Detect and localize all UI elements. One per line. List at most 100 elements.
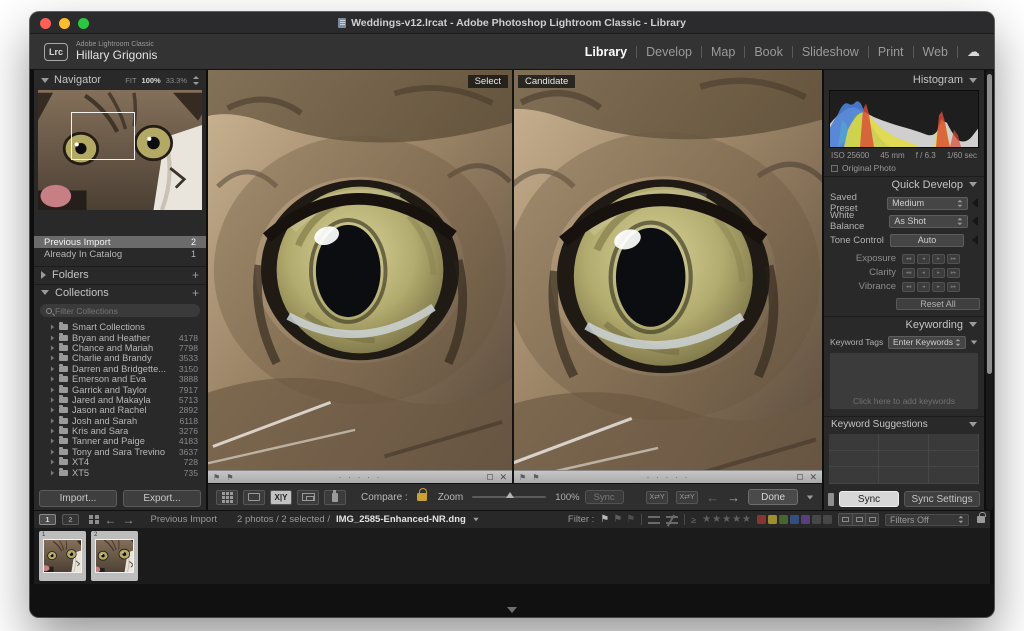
collections-header[interactable]: Collections + — [34, 284, 206, 300]
histogram-chart[interactable] — [829, 90, 979, 148]
thumbnail-1[interactable]: 1 — [39, 531, 86, 581]
star-5-icon[interactable]: ★ — [742, 514, 751, 525]
label-filter-toggle[interactable] — [865, 514, 878, 525]
flag-filter-toggle[interactable] — [839, 514, 852, 525]
folders-header[interactable]: Folders + — [34, 266, 206, 282]
filter-toggle-group[interactable] — [838, 513, 879, 526]
green-label-filter[interactable] — [779, 515, 788, 524]
collection-row[interactable]: Darren and Bridgette...3150 — [34, 364, 206, 374]
module-library[interactable]: Library — [585, 45, 627, 59]
clarity-plus-button[interactable]: ▸ — [932, 268, 945, 278]
minimize-window-button[interactable] — [59, 18, 70, 29]
zoom-slider-thumb[interactable] — [506, 492, 514, 498]
rating-filter-toggle[interactable] — [852, 514, 865, 525]
original-photo-checkbox[interactable] — [831, 165, 838, 172]
collection-row[interactable]: XT4728 — [34, 457, 206, 467]
collection-row[interactable]: Emerson and Eva3888 — [34, 374, 206, 384]
keyword-mode-select[interactable]: Enter Keywords — [888, 336, 966, 349]
star-3-icon[interactable]: ★ — [722, 514, 731, 525]
loupe-view-button[interactable] — [243, 490, 265, 505]
collections-filter[interactable] — [40, 304, 200, 317]
current-filename[interactable]: IMG_2585-Enhanced-NR.dng — [336, 514, 466, 525]
secondary-window-button[interactable]: 2 — [62, 514, 79, 525]
star-4-icon[interactable]: ★ — [732, 514, 741, 525]
next-photo-icon[interactable]: → — [727, 491, 740, 504]
catalog-item-previous-import[interactable]: Previous Import 2 — [34, 236, 206, 248]
quick-develop-header[interactable]: Quick Develop — [824, 176, 984, 192]
filename-dropdown-icon[interactable] — [473, 518, 479, 522]
module-print[interactable]: Print — [878, 45, 904, 59]
navigator-100[interactable]: 100% — [142, 76, 161, 85]
keywording-header[interactable]: Keywording — [824, 316, 984, 332]
saved-preset-select[interactable]: Medium — [887, 197, 968, 210]
collection-row[interactable]: Chance and Mariah7798 — [34, 343, 206, 353]
purple-label-filter[interactable] — [801, 515, 810, 524]
make-select-button[interactable]: X⇄Y — [676, 491, 698, 504]
navigator-preview[interactable] — [38, 90, 202, 210]
collection-row[interactable]: XT5735 — [34, 467, 206, 477]
unedited-filter-icon[interactable] — [666, 516, 678, 524]
collection-row[interactable]: Jared and Makayla5713 — [34, 395, 206, 405]
filter-preset-select[interactable]: Filters Off — [885, 514, 969, 526]
edited-filter-icon[interactable] — [648, 516, 660, 524]
star-1-icon[interactable]: ★ — [702, 514, 711, 525]
navigator-zoom-rect[interactable] — [71, 112, 135, 160]
red-label-filter[interactable] — [757, 515, 766, 524]
lock-icon[interactable] — [417, 493, 427, 501]
keyword-entry-area[interactable]: Click here to add keywords — [829, 352, 979, 410]
zoom-slider[interactable] — [472, 496, 546, 498]
blue-label-filter[interactable] — [790, 515, 799, 524]
clarity-big-plus-button[interactable]: ▸▸ — [947, 268, 960, 278]
collection-row[interactable]: Garrick and Taylor7917 — [34, 384, 206, 394]
auto-tone-button[interactable]: Auto — [890, 234, 964, 247]
collection-row[interactable]: Charlie and Brandy3533 — [34, 353, 206, 363]
zoom-window-button[interactable] — [78, 18, 89, 29]
collection-row[interactable]: Smart Collections — [34, 322, 206, 332]
star-2-icon[interactable]: ★ — [712, 514, 721, 525]
collection-row[interactable]: Jason and Rachel2892 — [34, 405, 206, 415]
rating-dots[interactable]: · · · · · — [208, 472, 512, 482]
collection-row[interactable]: Tony and Sara Trevino3637 — [34, 447, 206, 457]
collection-row[interactable]: Josh and Sarah6118 — [34, 416, 206, 426]
vibrance-minus-button[interactable]: ◂ — [917, 282, 930, 292]
module-develop[interactable]: Develop — [646, 45, 692, 59]
candidate-pane[interactable]: Candidate — [514, 70, 822, 470]
module-slideshow[interactable]: Slideshow — [802, 45, 859, 59]
yellow-label-filter[interactable] — [768, 515, 777, 524]
export-button[interactable]: Export... — [123, 490, 201, 507]
grid-view-icon[interactable] — [89, 515, 99, 525]
vibrance-plus-button[interactable]: ▸ — [932, 282, 945, 292]
rating-dots[interactable]: · · · · · — [514, 472, 822, 482]
clarity-minus-button[interactable]: ◂ — [917, 268, 930, 278]
clarity-big-minus-button[interactable]: ◂◂ — [902, 268, 915, 278]
histogram-header[interactable]: Histogram — [824, 72, 984, 88]
navigator-fit[interactable]: FIT — [125, 76, 136, 85]
toolbar-options-icon[interactable] — [807, 495, 813, 499]
module-web[interactable]: Web — [923, 45, 948, 59]
panel-disclosure-icon[interactable] — [972, 198, 978, 208]
primary-window-button[interactable]: 1 — [39, 514, 56, 525]
grid-view-button[interactable] — [216, 490, 238, 505]
rating-ge-icon[interactable]: ≥ — [691, 515, 696, 525]
keyword-suggestions-grid[interactable] — [829, 434, 979, 484]
navigator-header[interactable]: Navigator FIT 100% 33.3% — [34, 72, 206, 88]
zoom-sync-button[interactable]: Sync — [585, 490, 624, 504]
keyword-suggestions-header[interactable]: Keyword Suggestions — [824, 416, 984, 432]
collections-filter-input[interactable] — [55, 306, 165, 316]
module-book[interactable]: Book — [754, 45, 783, 59]
compare-view-button[interactable]: X|Y — [270, 490, 292, 505]
right-panel-scrollbar[interactable] — [986, 70, 993, 510]
zoom-ratio-chooser-icon[interactable] — [192, 76, 199, 85]
filmstrip-source[interactable]: Previous Import — [151, 514, 218, 525]
original-photo-row[interactable]: Original Photo — [831, 163, 896, 173]
filmstrip-toggle-icon[interactable] — [507, 607, 517, 613]
panel-disclosure-icon[interactable] — [972, 235, 978, 245]
sync-button[interactable]: Sync — [839, 491, 899, 507]
exposure-plus-button[interactable]: ▸ — [932, 254, 945, 264]
navigator-ratio[interactable]: 33.3% — [166, 76, 187, 85]
filter-lock-icon[interactable] — [977, 516, 985, 523]
exposure-big-plus-button[interactable]: ▸▸ — [947, 254, 960, 264]
survey-view-button[interactable] — [297, 490, 319, 505]
collapse-icon[interactable] — [971, 340, 977, 344]
swap-select-candidate-button[interactable]: X⇄Y — [646, 491, 668, 504]
